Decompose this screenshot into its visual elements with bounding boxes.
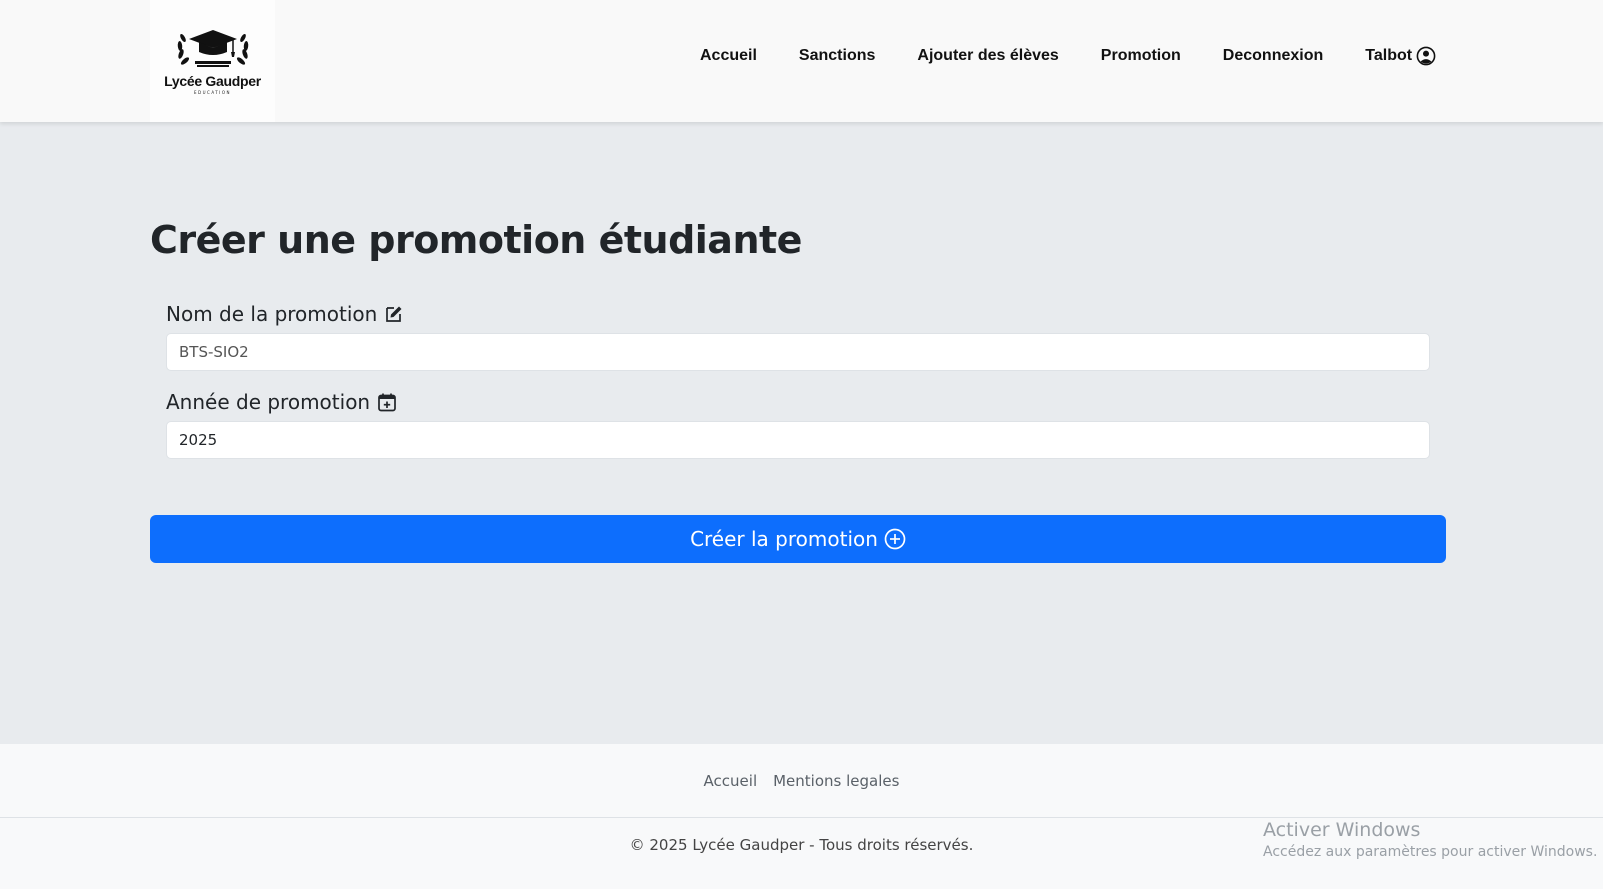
logo-title: Lycée Gaudper	[164, 73, 261, 89]
footer-link-accueil[interactable]: Accueil	[704, 772, 758, 790]
windows-activation-watermark: Activer Windows Accédez aux paramètres p…	[1263, 819, 1597, 860]
promotion-name-label-text: Nom de la promotion	[166, 302, 378, 326]
watermark-subtitle: Accédez aux paramètres pour activer Wind…	[1263, 844, 1598, 860]
promotion-year-input[interactable]	[166, 421, 1430, 459]
school-logo[interactable]: Lycée Gaudper EDUCATION	[150, 0, 275, 122]
graduation-cap-laurel-icon	[177, 30, 248, 67]
page-title: Créer une promotion étudiante	[150, 218, 802, 262]
user-circle-icon	[1416, 46, 1436, 66]
edit-icon	[386, 306, 402, 322]
navbar: Lycée Gaudper EDUCATION Accueil Sanction…	[0, 0, 1603, 122]
calendar-plus-icon	[378, 393, 396, 412]
main-nav: Accueil Sanctions Ajouter des élèves Pro…	[700, 43, 1436, 69]
footer-link-mentions-legales[interactable]: Mentions legales	[773, 772, 899, 790]
promotion-name-input[interactable]	[166, 333, 1430, 371]
watermark-title: Activer Windows	[1263, 819, 1421, 841]
nav-deconnexion[interactable]: Deconnexion	[1223, 47, 1323, 65]
promotion-year-label: Année de promotion	[166, 390, 397, 414]
user-name: Talbot	[1365, 47, 1413, 64]
promotion-year-label-text: Année de promotion	[166, 390, 371, 414]
nav-promotion[interactable]: Promotion	[1101, 47, 1181, 65]
nav-sanctions[interactable]: Sanctions	[799, 47, 875, 65]
footer-links: Accueil Mentions legales	[0, 772, 1603, 790]
user-menu[interactable]: Talbot	[1365, 46, 1436, 66]
footer: Accueil Mentions legales © 2025 Lycée Ga…	[0, 744, 1603, 889]
logo-subtitle: EDUCATION	[193, 90, 232, 95]
plus-circle-icon	[884, 528, 906, 550]
footer-divider	[0, 817, 1603, 818]
nav-ajouter-eleves[interactable]: Ajouter des élèves	[917, 47, 1058, 65]
promotion-name-label: Nom de la promotion	[166, 302, 404, 326]
nav-accueil[interactable]: Accueil	[700, 47, 757, 65]
create-promotion-label: Créer la promotion	[690, 527, 878, 551]
create-promotion-button[interactable]: Créer la promotion	[150, 515, 1446, 563]
